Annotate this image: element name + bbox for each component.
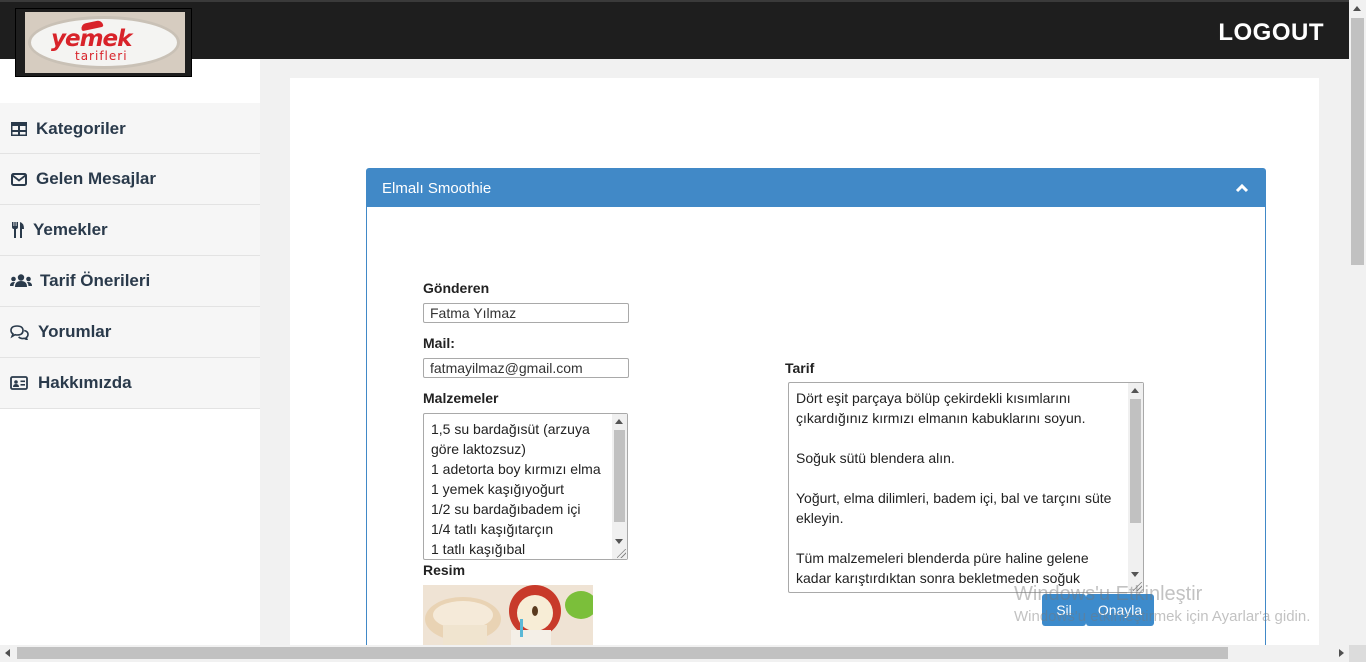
- site-logo[interactable]: yemek tarifleri: [15, 8, 192, 77]
- scrollbar-thumb[interactable]: [17, 647, 1228, 659]
- sidebar-item-gelen-mesajlar[interactable]: Gelen Mesajlar: [0, 154, 260, 205]
- recipe-scrollbar[interactable]: [1128, 383, 1143, 592]
- scroll-right-icon[interactable]: [1339, 649, 1344, 657]
- image-label: Resim: [423, 562, 466, 578]
- scroll-up-icon[interactable]: [1131, 388, 1139, 393]
- users-icon: [10, 272, 40, 290]
- activation-watermark-text: Windows'u etkinleştirmek için Ayarlar'a …: [1014, 608, 1311, 625]
- panel-header[interactable]: Elmalı Smoothie: [367, 169, 1265, 207]
- smoothie-apple-image: [423, 585, 593, 645]
- id-card-icon: [10, 374, 38, 392]
- sender-field[interactable]: Fatma Yılmaz: [423, 303, 629, 323]
- chevron-up-icon[interactable]: [1235, 181, 1249, 195]
- sidebar-item-label: Hakkımızda: [38, 373, 132, 392]
- ingredients-label: Malzemeler: [423, 390, 499, 406]
- mail-label: Mail:: [423, 335, 455, 351]
- main-content: Elmalı Smoothie Gönderen Fatma Yılmaz Ma…: [290, 78, 1319, 662]
- scrollbar-thumb[interactable]: [1351, 18, 1364, 265]
- mail-field[interactable]: fatmayilmaz@gmail.com: [423, 358, 629, 378]
- sidebar-item-label: Yemekler: [33, 220, 108, 239]
- scroll-up-icon[interactable]: [1353, 6, 1361, 11]
- recipe-label: Tarif: [785, 360, 815, 376]
- resize-grip-icon[interactable]: [617, 549, 626, 558]
- scroll-up-icon[interactable]: [615, 419, 623, 424]
- sidebar-item-label: Yorumlar: [38, 322, 112, 341]
- logout-link[interactable]: LOGOUT: [1218, 19, 1324, 47]
- top-navbar: LOGOUT: [0, 0, 1349, 59]
- sidebar-item-label: Kategoriler: [36, 118, 126, 138]
- panel-title: Elmalı Smoothie: [382, 180, 492, 197]
- sender-label: Gönderen: [423, 280, 490, 296]
- activation-watermark-title: Windows'u Etkinleştir: [1014, 583, 1203, 605]
- sidebar-menu: Kategoriler Gelen Mesajlar Yemekler Tari…: [0, 103, 260, 409]
- comments-icon: [10, 323, 38, 341]
- sidebar-item-yemekler[interactable]: Yemekler: [0, 205, 260, 256]
- scroll-down-icon[interactable]: [615, 539, 623, 544]
- sidebar-item-yorumlar[interactable]: Yorumlar: [0, 307, 260, 358]
- logo-subtext: tarifleri: [75, 49, 128, 63]
- ingredients-textarea-wrap: 1,5 su bardağısüt (arzuya göre laktozsuz…: [423, 413, 628, 560]
- sidebar-item-label: Tarif Önerileri: [40, 271, 151, 290]
- page-horizontal-scrollbar[interactable]: [0, 645, 1349, 662]
- recipe-photo: [423, 585, 593, 645]
- sidebar-item-hakkimizda[interactable]: Hakkımızda: [0, 358, 260, 409]
- recipe-textarea-wrap: Dört eşit parçaya bölüp çekirdekli kısım…: [788, 382, 1144, 593]
- sidebar: Kategoriler Gelen Mesajlar Yemekler Tari…: [0, 59, 260, 662]
- envelope-icon: [10, 170, 36, 188]
- scrollbar-thumb[interactable]: [614, 430, 625, 522]
- scrollbar-thumb[interactable]: [1130, 399, 1141, 523]
- scrollbar-corner: [1349, 645, 1366, 662]
- table-icon: [10, 120, 36, 138]
- page-vertical-scrollbar[interactable]: [1349, 0, 1366, 645]
- scroll-down-icon[interactable]: [1131, 572, 1139, 577]
- sidebar-item-kategoriler[interactable]: Kategoriler: [0, 103, 260, 154]
- recipe-textarea[interactable]: Dört eşit parçaya bölüp çekirdekli kısım…: [788, 382, 1144, 593]
- ingredients-scrollbar[interactable]: [612, 414, 627, 559]
- ingredients-textarea[interactable]: 1,5 su bardağısüt (arzuya göre laktozsuz…: [423, 413, 628, 560]
- sidebar-item-tarif-onerileri[interactable]: Tarif Önerileri: [0, 256, 260, 307]
- utensils-icon: [10, 221, 33, 239]
- scroll-left-icon[interactable]: [5, 649, 10, 657]
- sidebar-item-label: Gelen Mesajlar: [36, 169, 157, 188]
